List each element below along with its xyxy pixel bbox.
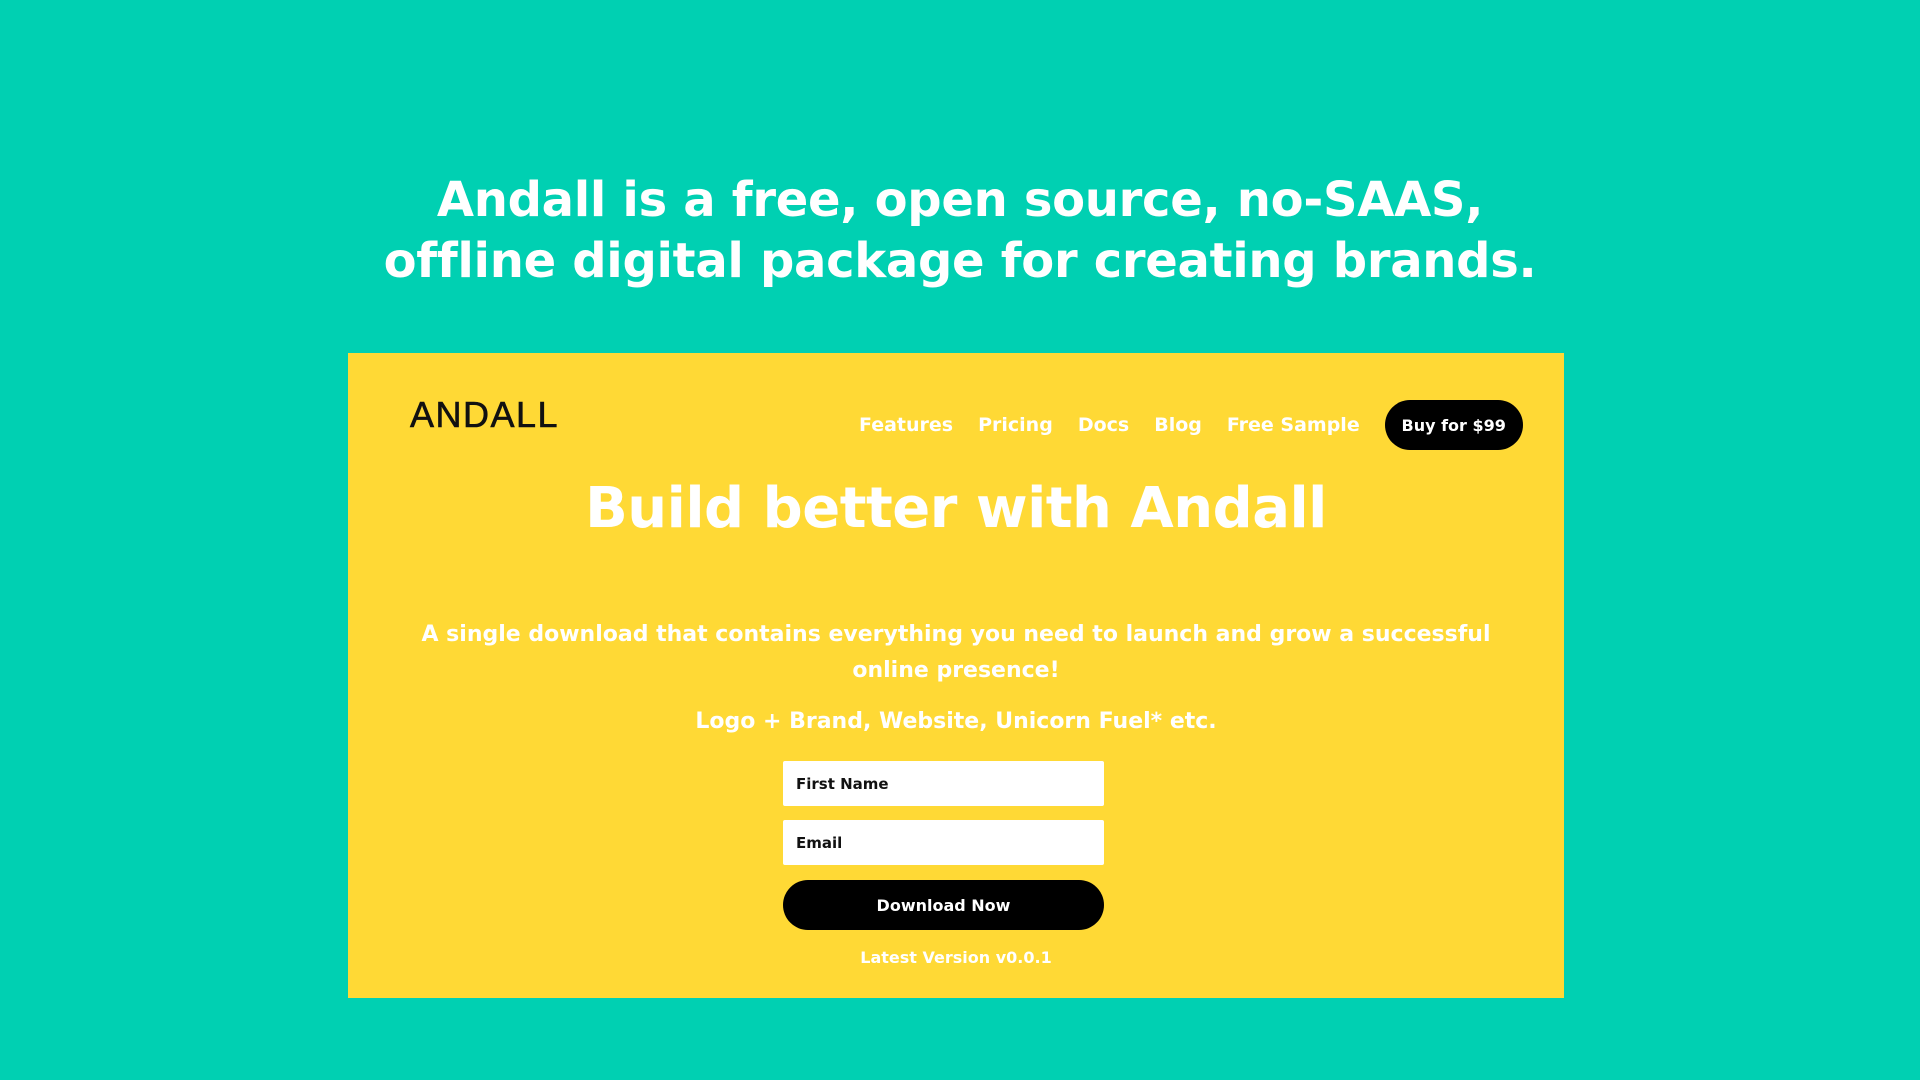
email-input[interactable] xyxy=(783,820,1104,865)
website-preview: ANDALL Features Pricing Docs Blog Free S… xyxy=(348,353,1564,998)
nav-link-blog[interactable]: Blog xyxy=(1154,414,1202,436)
site-nav: Features Pricing Docs Blog Free Sample B… xyxy=(859,400,1523,450)
headline-line-2: offline digital package for creating bra… xyxy=(383,233,1537,289)
hero-subtitle: A single download that contains everythi… xyxy=(421,622,1491,683)
version-label: Latest Version v0.0.1 xyxy=(860,948,1052,967)
site-logo[interactable]: ANDALL xyxy=(410,396,559,433)
promo-headline: Andall is a free, open source, no-SAAS, … xyxy=(0,170,1920,292)
nav-link-features[interactable]: Features xyxy=(859,414,953,436)
headline-line-1: Andall is a free, open source, no-SAAS, xyxy=(436,172,1484,228)
first-name-input[interactable] xyxy=(783,761,1104,806)
nav-link-free-sample[interactable]: Free Sample xyxy=(1227,414,1360,436)
nav-link-pricing[interactable]: Pricing xyxy=(978,414,1053,436)
features-line: Logo + Brand, Website, Unicorn Fuel* etc… xyxy=(695,709,1217,734)
nav-link-docs[interactable]: Docs xyxy=(1078,414,1129,436)
buy-button[interactable]: Buy for $99 xyxy=(1384,400,1523,450)
download-now-button[interactable]: Download Now xyxy=(783,880,1104,930)
hero-title: Build better with Andall xyxy=(585,476,1327,541)
